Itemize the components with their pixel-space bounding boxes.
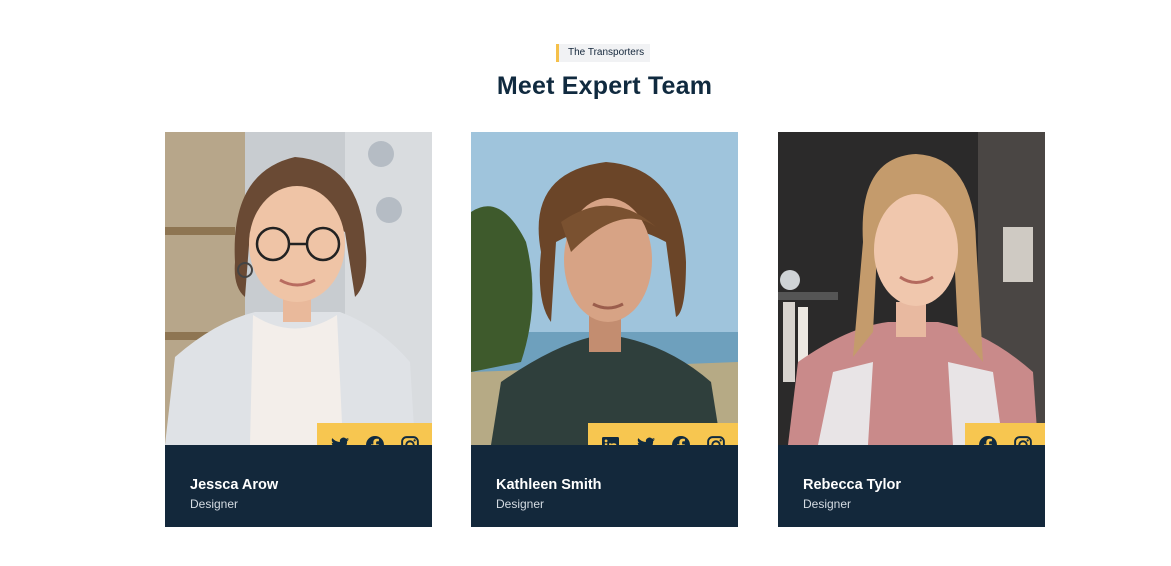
member-info: Rebecca Tylor Designer: [778, 445, 1045, 527]
member-role: Designer: [803, 497, 852, 511]
team-card: Rebecca Tylor Designer: [778, 132, 1045, 527]
member-info: Kathleen Smith Designer: [471, 445, 738, 527]
member-info: Jessca Arow Designer: [165, 445, 432, 527]
team-card: Jessca Arow Designer: [165, 132, 432, 527]
member-name: Jessca Arow: [190, 477, 279, 493]
team-card: Kathleen Smith Designer: [471, 132, 738, 527]
member-name: Rebecca Tylor: [803, 477, 902, 493]
member-role: Designer: [190, 497, 239, 511]
member-photo: [471, 132, 738, 445]
member-photo: [778, 132, 1045, 445]
member-name: Kathleen Smith: [496, 477, 602, 493]
team-section: The Transporters Meet Expert Team Jessca…: [0, 0, 1171, 566]
section-tagline: The Transporters: [556, 44, 651, 62]
section-title: Meet Expert Team: [496, 72, 713, 100]
member-photo: [165, 132, 432, 445]
member-role: Designer: [496, 497, 545, 511]
